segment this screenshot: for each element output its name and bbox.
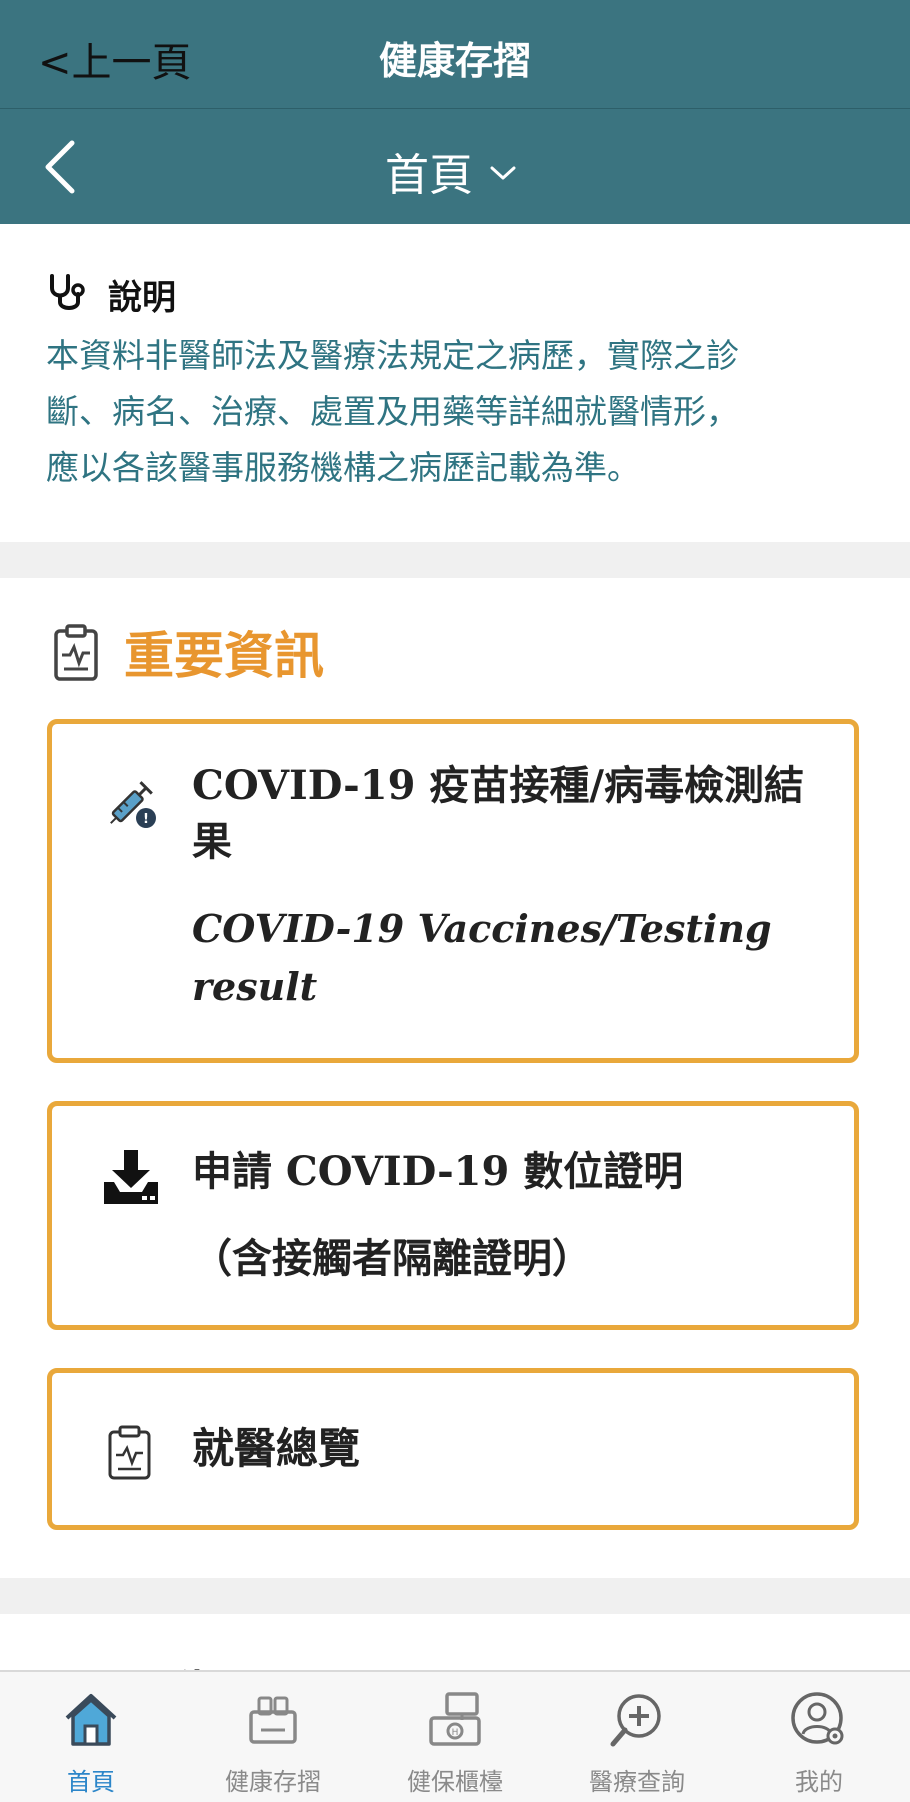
tab-label: 首頁	[67, 1768, 115, 1796]
profile-settings-icon	[791, 1692, 844, 1745]
card-subtitle: （含接觸者隔離證明）	[192, 1236, 592, 1282]
syringe-icon: !	[110, 781, 156, 828]
tab-label: 健保櫃檯	[407, 1768, 503, 1796]
home-icon	[65, 1694, 117, 1746]
card-title: COVID-19 疫苗接種/病毒檢測結果	[192, 762, 804, 865]
stethoscope-icon	[50, 274, 85, 310]
notice-text: 本資料非醫師法及醫療法規定之病歷，實際之診 斷、病名、治療、處置及用藥等詳細就醫…	[46, 336, 739, 487]
card-title: 申請 COVID-19 數位證明	[192, 1148, 684, 1195]
bottom-tab-bar: 首頁 健康存摺 H 健保櫃檯 醫療查詢 我的	[0, 1670, 910, 1802]
card-title: 就醫總覽	[192, 1424, 361, 1473]
notice-title: 說明	[108, 278, 176, 318]
notice-panel: 說明 本資料非醫師法及醫療法規定之病歷，實際之診 斷、病名、治療、處置及用藥等詳…	[0, 224, 910, 542]
status-header: <上一頁 健康存摺	[0, 0, 910, 109]
clipboard-icon	[54, 624, 98, 681]
svg-text:!: !	[143, 812, 149, 827]
tab-counter[interactable]: H 健保櫃檯	[364, 1672, 546, 1802]
tab-health-passbook[interactable]: 健康存摺	[182, 1672, 364, 1802]
medical-overview-card[interactable]: 就醫總覽	[47, 1368, 859, 1530]
nav-bar: 首頁	[0, 109, 910, 224]
page-title[interactable]: 首頁	[385, 139, 473, 203]
medical-search-icon	[610, 1694, 661, 1747]
svg-text:H: H	[452, 1728, 459, 1738]
download-icon	[104, 1150, 158, 1204]
health-passbook-icon	[249, 1696, 297, 1744]
chevron-down-icon[interactable]	[490, 165, 516, 181]
clipboard-icon	[108, 1425, 151, 1480]
tab-label: 醫療查詢	[589, 1768, 685, 1796]
chevron-left-icon[interactable]	[40, 137, 80, 197]
tab-home[interactable]: 首頁	[0, 1672, 182, 1802]
digital-certificate-card[interactable]: 申請 COVID-19 數位證明 （含接觸者隔離證明）	[47, 1101, 859, 1330]
card-subtitle: COVID-19 Vaccines/Testing result	[192, 906, 772, 1009]
important-info-section: 重要資訊 ! COVID-19 疫苗接種/病毒檢測結果 COVID-19 Vac…	[0, 578, 910, 1578]
section-title: 重要資訊	[124, 627, 324, 685]
tab-label: 我的	[795, 1768, 843, 1796]
app-title: 健康存摺	[378, 39, 531, 83]
tab-profile[interactable]: 我的	[728, 1672, 910, 1802]
tab-label: 健康存摺	[225, 1768, 321, 1796]
covid-vaccine-card[interactable]: ! COVID-19 疫苗接種/病毒檢測結果 COVID-19 Vaccines…	[47, 719, 859, 1063]
counter-icon: H	[429, 1692, 481, 1746]
tab-medical-search[interactable]: 醫療查詢	[546, 1672, 728, 1802]
